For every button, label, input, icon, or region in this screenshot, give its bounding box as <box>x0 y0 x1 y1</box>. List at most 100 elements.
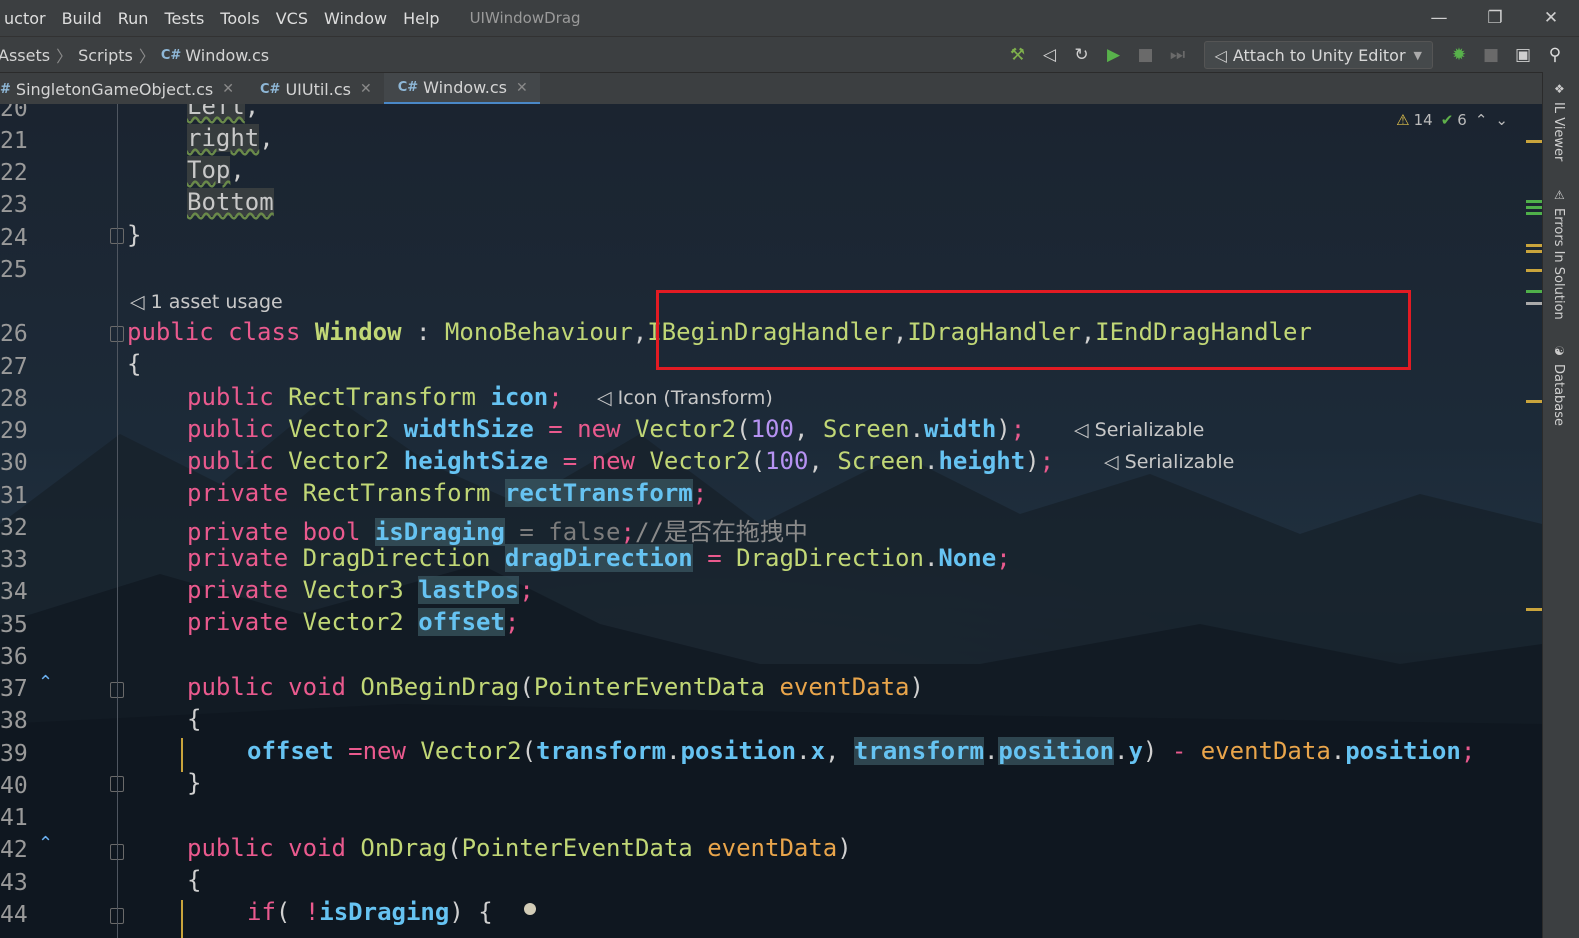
search-icon[interactable]: ⚲ <box>1539 37 1571 73</box>
line-number: 25 <box>0 257 28 283</box>
code-line: } <box>127 221 142 249</box>
indent-guide <box>181 900 183 938</box>
line-number: 28 <box>0 386 28 412</box>
errors-icon[interactable]: ⚠ <box>1554 188 1565 202</box>
line-number: 30 <box>0 450 28 476</box>
line-number: 23 <box>0 192 28 218</box>
chevron-right-icon: 〉 <box>56 47 73 66</box>
restore-button[interactable]: ❐ <box>1467 0 1523 36</box>
unity-icon[interactable]: ◁ <box>1034 37 1066 73</box>
code-line: Left, <box>187 104 259 120</box>
error-stripe-marker[interactable] <box>1526 269 1542 272</box>
menu-item-help[interactable]: Help <box>395 9 447 28</box>
unity-icon: ◁ <box>1074 419 1095 441</box>
menu-item-window[interactable]: Window <box>316 9 395 28</box>
unity-icon: ◁ <box>597 387 618 409</box>
csharp-file-icon: C# <box>260 81 281 97</box>
tab-uiutil[interactable]: C# UIUtil.cs ✕ <box>246 73 384 105</box>
menu-item-tests[interactable]: Tests <box>156 9 212 28</box>
chevron-down-icon[interactable]: ⌄ <box>1495 111 1508 129</box>
implements-icon[interactable]: ⌃ <box>38 833 53 854</box>
close-icon[interactable]: ✕ <box>516 80 528 96</box>
code-line: { <box>127 350 142 378</box>
restore-icon: ❐ <box>1487 8 1503 28</box>
code-line: Top, <box>187 156 245 184</box>
error-stripe-marker[interactable] <box>1526 250 1542 253</box>
errors-in-solution-tab[interactable]: Errors In Solution <box>1551 208 1566 320</box>
error-stripe-marker[interactable] <box>1526 244 1542 247</box>
refresh-icon[interactable]: ↻ <box>1066 37 1098 73</box>
unity-icon: ◁ <box>130 291 151 313</box>
menu-item-tools[interactable]: Tools <box>212 9 267 28</box>
close-button[interactable]: ✕ <box>1523 0 1579 36</box>
code-line: offset =new Vector2(transform.position.x… <box>247 737 1476 765</box>
tab-label: SingletonGameObject.cs <box>15 79 214 99</box>
line-number: 44 <box>0 902 28 928</box>
il-viewer-icon[interactable]: ❖ <box>1554 82 1565 96</box>
serializable-hint[interactable]: ◁ Serializable <box>1104 451 1234 473</box>
menu-item-build[interactable]: Build <box>54 9 110 28</box>
run-icon[interactable]: ▶ <box>1098 37 1130 73</box>
code-line: public Vector2 widthSize = new Vector2(1… <box>187 415 1026 443</box>
inspection-widget[interactable]: ⚠ 14 ✔ 6 ⌃ ⌄ <box>1396 111 1508 129</box>
serializable-hint[interactable]: ◁ Serializable <box>1074 419 1204 441</box>
tab-label: UIUtil.cs <box>285 79 351 99</box>
stop-icon[interactable]: ■ <box>1130 37 1162 73</box>
line-number: 27 <box>0 354 28 380</box>
breadcrumb: Assets 〉 Scripts 〉 C# Window.cs <box>0 43 269 67</box>
layout-icon[interactable]: ▣ <box>1507 37 1539 73</box>
error-stripe-marker[interactable] <box>1526 140 1542 143</box>
line-number: 22 <box>0 160 28 186</box>
line-number: 35 <box>0 612 28 638</box>
close-icon[interactable]: ✕ <box>222 81 234 97</box>
error-stripe-marker[interactable] <box>1526 302 1542 305</box>
minimize-icon: — <box>1430 8 1448 28</box>
line-number: 29 <box>0 418 28 444</box>
bug-icon[interactable]: ✹ <box>1443 37 1475 73</box>
ok-count: 6 <box>1457 111 1467 129</box>
icon-inline-hint[interactable]: ◁ Icon (Transform) <box>597 387 773 409</box>
menu-item-vcs[interactable]: VCS <box>268 9 316 28</box>
error-stripe-marker[interactable] <box>1526 400 1542 403</box>
asset-usage-hint[interactable]: ◁ 1 asset usage <box>130 291 283 313</box>
chevron-down-icon: ▼ <box>1413 48 1422 62</box>
database-icon[interactable]: ☯ <box>1554 344 1565 358</box>
code-line: private bool isDraging = false;//是否在拖拽中 <box>187 518 808 546</box>
code-line: { <box>187 866 202 894</box>
error-stripe-marker[interactable] <box>1526 290 1542 293</box>
minimize-button[interactable]: — <box>1411 0 1467 36</box>
step-icon[interactable]: ⏭ <box>1162 37 1194 73</box>
breadcrumb-scripts[interactable]: Scripts <box>78 46 133 65</box>
hammer-icon[interactable]: ⚒ <box>1002 37 1034 73</box>
implements-icon[interactable]: ⌃ <box>38 672 53 693</box>
toolbar: ⚒ ◁ ↻ ▶ ■ ⏭ ◁ Attach to Unity Editor ▼ ✹… <box>1002 37 1571 73</box>
csharp-file-icon: C# <box>160 47 182 63</box>
unity-icon: ◁ <box>1214 45 1227 65</box>
line-number: 31 <box>0 483 28 509</box>
chevron-up-icon[interactable]: ⌃ <box>1475 111 1488 129</box>
code-editor[interactable]: ⚠ 14 ✔ 6 ⌃ ⌄ 20 21 22 23 24 25 26 27 28 … <box>0 104 1542 938</box>
code-line: private DragDirection dragDirection = Dr… <box>187 544 1011 572</box>
breadcrumb-assets[interactable]: Assets <box>0 46 50 65</box>
error-stripe-marker[interactable] <box>1526 200 1542 203</box>
breadcrumb-file[interactable]: Window.cs <box>185 46 269 65</box>
close-icon: ✕ <box>1543 8 1559 28</box>
error-stripe-marker[interactable] <box>1526 608 1542 611</box>
error-stripe-marker[interactable] <box>1526 212 1542 215</box>
attach-label: Attach to Unity Editor <box>1232 45 1406 65</box>
error-stripe-marker[interactable] <box>1526 206 1542 209</box>
menu-item-run[interactable]: Run <box>110 9 157 28</box>
tab-singleton[interactable]: # SingletonGameObject.cs ✕ <box>0 73 246 105</box>
indent-guide <box>181 738 183 772</box>
il-viewer-tab[interactable]: IL Viewer <box>1551 102 1566 161</box>
window-title: UIWindowDrag <box>469 9 581 27</box>
tab-window[interactable]: C# Window.cs ✕ <box>383 73 540 105</box>
attach-to-unity-dropdown[interactable]: ◁ Attach to Unity Editor ▼ <box>1203 41 1433 69</box>
database-tab[interactable]: Database <box>1551 364 1566 426</box>
stop-debug-icon[interactable]: ■ <box>1475 37 1507 73</box>
close-icon[interactable]: ✕ <box>360 81 372 97</box>
menu-item-conductor[interactable]: uctor <box>0 9 54 28</box>
csharp-file-icon: # <box>0 81 11 97</box>
line-number: 41 <box>0 805 28 831</box>
line-number: 36 <box>0 644 28 670</box>
